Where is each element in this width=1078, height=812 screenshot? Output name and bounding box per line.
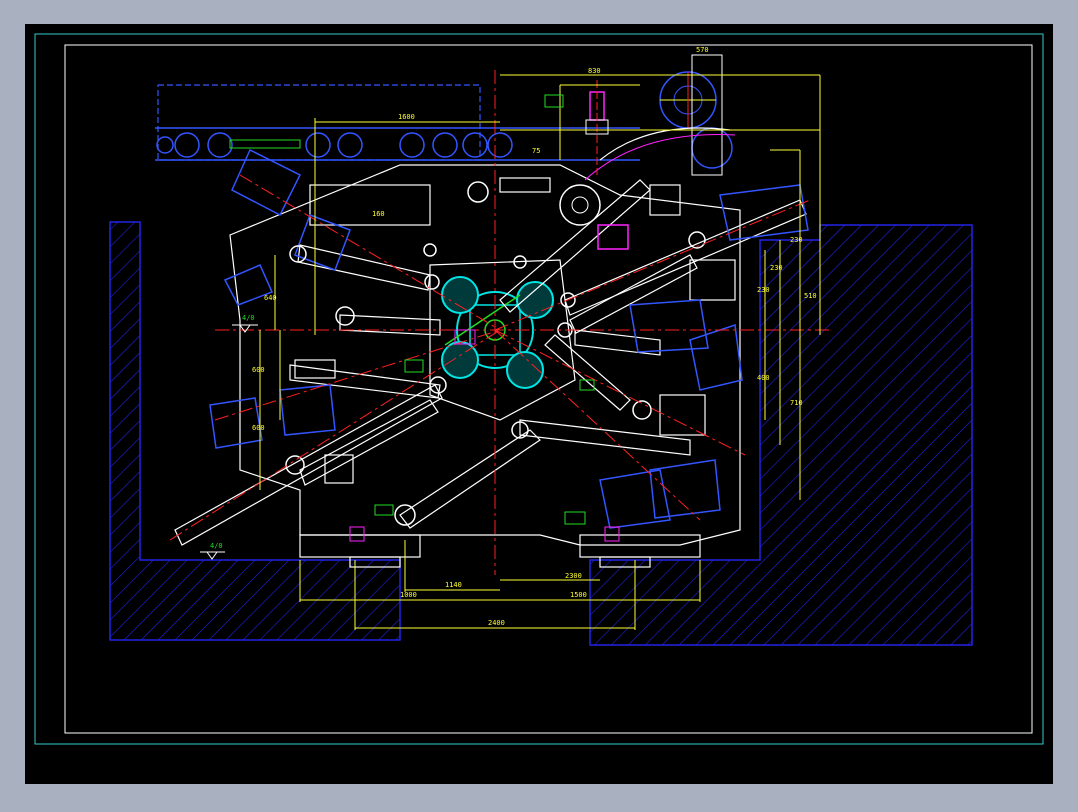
dim-left-3: 600 [252, 424, 265, 432]
dim-right-1: 230 [790, 236, 803, 244]
dim-left-1: 640 [264, 294, 277, 302]
dim-top-1: 1600 [398, 113, 415, 121]
dim-top-5: 160 [372, 210, 385, 218]
dim-right-6: 510 [804, 292, 817, 300]
dim-bottom-5: 2400 [488, 619, 505, 627]
dim-bottom-3: 1000 [400, 591, 417, 599]
dim-bottom-4: 1500 [570, 591, 587, 599]
level-mark-2: 4/0 [210, 542, 223, 550]
cad-viewport: 1600 830 570 75 160 230 230 230 400 710 … [0, 0, 1078, 808]
level-mark-1: 4/0 [242, 314, 255, 322]
dim-left-2: 600 [252, 366, 265, 374]
dim-bottom-1: 1140 [445, 581, 462, 589]
dim-right-2: 230 [770, 264, 783, 272]
dim-bottom-2: 2300 [565, 572, 582, 580]
dim-right-5: 710 [790, 399, 803, 407]
dim-right-4: 400 [757, 374, 770, 382]
dim-top-4: 75 [532, 147, 540, 155]
cad-drawing: 1600 830 570 75 160 230 230 230 400 710 … [25, 24, 1053, 784]
dim-top-2: 830 [588, 67, 601, 75]
dim-right-3: 230 [757, 286, 770, 294]
dim-top-3: 570 [696, 46, 709, 54]
